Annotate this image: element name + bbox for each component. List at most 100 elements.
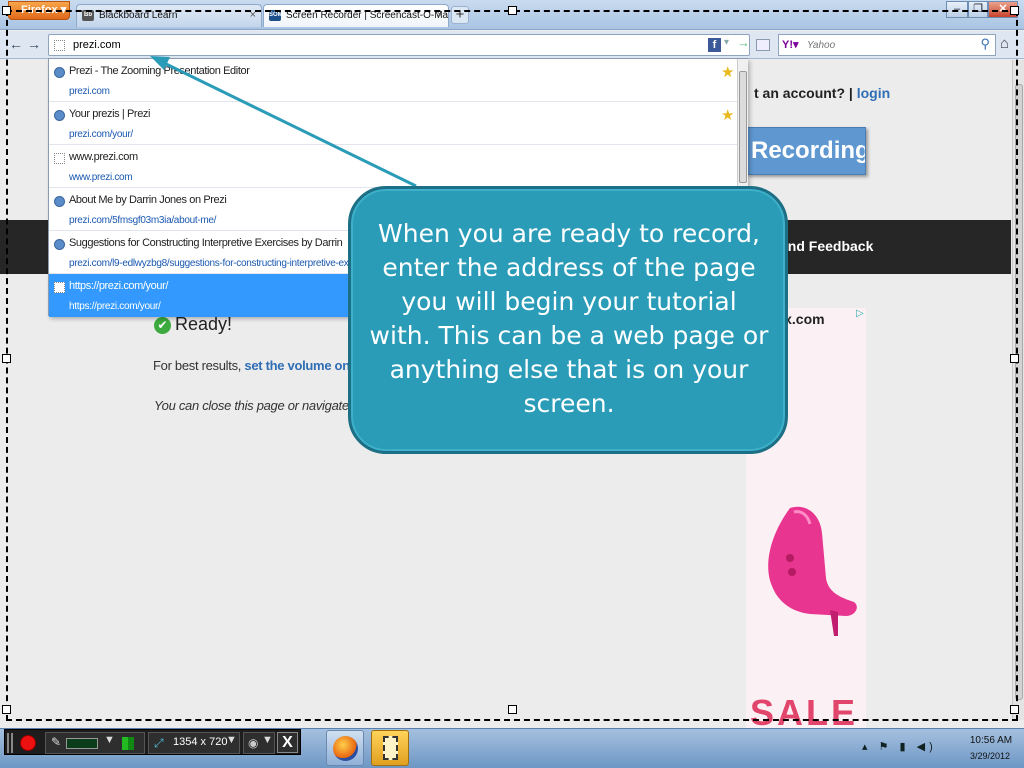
url-history-dropdown-icon[interactable]: ▾: [724, 37, 729, 48]
taskbar-firefox[interactable]: [326, 730, 364, 766]
suggestion-url: https://prezi.com/your/: [69, 301, 161, 312]
site-identity-icon[interactable]: [54, 40, 65, 51]
screencast-icon: [383, 736, 398, 760]
url-bar[interactable]: f ▾ →: [48, 34, 750, 56]
set-volume-link[interactable]: set the volume on: [244, 358, 350, 373]
tutorial-callout: When you are ready to record, enter the …: [348, 186, 788, 454]
url-input[interactable]: [73, 37, 673, 53]
globe-icon: [54, 196, 65, 207]
ready-status: ✔ Ready!: [154, 314, 232, 335]
ad-sale-text: SALE: [750, 692, 859, 728]
home-icon[interactable]: ⌂: [1000, 35, 1009, 52]
start-recording-button[interactable]: Recording: [746, 127, 866, 175]
resize-handle-right[interactable]: [1010, 354, 1019, 363]
suggestion-url: www.prezi.com: [69, 172, 133, 183]
minimize-button[interactable]: –: [946, 1, 968, 18]
blank-page-icon: [54, 282, 65, 293]
recorder-close-button[interactable]: X: [277, 732, 298, 753]
suggestion-item[interactable]: www.prezi.com www.prezi.com: [49, 145, 737, 188]
suggestion-title: https://prezi.com/your/: [69, 280, 169, 292]
audio-controls: ✎ ▼: [45, 732, 145, 754]
webcam-control[interactable]: ◉ ▼: [243, 732, 275, 754]
tab-blackboard-learn[interactable]: Bb Blackboard Learn ×: [76, 4, 262, 27]
go-arrow-icon[interactable]: →: [737, 35, 750, 50]
chevron-down-icon[interactable]: ▼: [226, 734, 237, 746]
maximize-button[interactable]: ❐: [968, 1, 988, 18]
resize-handle-bottom[interactable]: [508, 705, 517, 714]
suggestion-item[interactable]: Your prezis | Prezi prezi.com/your/ ★: [49, 102, 737, 145]
facebook-icon[interactable]: f: [708, 38, 721, 52]
resize-handle-left[interactable]: [2, 354, 11, 363]
new-tab-button[interactable]: +: [451, 6, 469, 24]
drag-grip-icon[interactable]: [7, 733, 13, 753]
page-scrollbar[interactable]: [1012, 60, 1024, 720]
close-page-note: You can close this page or navigate: [154, 398, 349, 413]
best-results-note: For best results, set the volume on: [153, 358, 350, 373]
clock-date[interactable]: 3/29/2012: [962, 751, 1018, 761]
resize-icon: ⤢: [154, 736, 164, 750]
webcam-icon: ◉: [248, 736, 259, 750]
tab-label: Screen Recorder | Screencast-O-Mati...: [286, 10, 449, 21]
search-magnifier-icon[interactable]: ⚲: [980, 36, 990, 52]
search-box[interactable]: Y!▾ ⚲: [778, 34, 996, 56]
resize-handle-top-right[interactable]: [1010, 6, 1019, 15]
resize-handle-top-left[interactable]: [2, 6, 11, 15]
bookmark-star-icon: ★: [721, 107, 735, 124]
ready-text: Ready!: [175, 314, 233, 334]
send-feedback-link[interactable]: end Feedback: [780, 238, 873, 254]
best-results-text: For best results,: [153, 358, 242, 373]
resize-handle-bottom-left[interactable]: [2, 705, 11, 714]
bookmark-star-icon: ★: [721, 64, 735, 81]
pen-icon[interactable]: ✎: [51, 735, 61, 749]
capture-size-control[interactable]: ⤢ 1354 x 720 ▼: [148, 732, 240, 754]
dropdown-scrollbar-thumb[interactable]: [739, 71, 747, 183]
forward-button[interactable]: →: [24, 35, 44, 55]
firefox-menu-button[interactable]: Firefox ▾: [8, 1, 70, 20]
globe-icon: [54, 110, 65, 121]
capture-size-label: 1354 x 720: [173, 736, 228, 748]
suggestion-url: prezi.com: [69, 86, 110, 97]
tab-screen-recorder[interactable]: SOM Screen Recorder | Screencast-O-Mati.…: [263, 4, 449, 27]
resize-handle-top[interactable]: [508, 6, 517, 15]
color-swatch[interactable]: [66, 738, 98, 749]
login-link[interactable]: login: [857, 85, 890, 101]
separator: |: [848, 85, 857, 101]
system-tray[interactable]: ▴ ⚑ ▮ ◀): [862, 740, 937, 753]
account-prompt-text: t an account?: [754, 85, 846, 101]
browser-title-bar: Firefox ▾ Bb Blackboard Learn × SOM Scre…: [0, 0, 1024, 30]
record-button[interactable]: [20, 735, 36, 751]
globe-icon: [54, 239, 65, 250]
firefox-icon: [333, 736, 358, 761]
screencast-favicon-icon: SOM: [269, 10, 283, 21]
search-input[interactable]: [807, 38, 967, 52]
suggestion-url: prezi.com/5fmsgf03m3ia/about-me/: [69, 215, 217, 226]
clock-time[interactable]: 10:56 AM: [966, 735, 1016, 746]
page-scrollbar-thumb[interactable]: [1015, 84, 1023, 700]
tab-label: Blackboard Learn: [99, 10, 178, 21]
yahoo-search-engine-icon[interactable]: Y!▾: [782, 38, 799, 51]
chevron-down-icon[interactable]: ▼: [104, 734, 115, 746]
audio-level-icon: [122, 737, 134, 750]
taskbar-screencast-o-matic[interactable]: [371, 730, 409, 766]
suggestion-title: Prezi - The Zooming Presentation Editor: [69, 65, 250, 77]
check-icon: ✔: [154, 317, 171, 334]
pink-shoe-image: [768, 506, 857, 636]
navigation-bar: ← → f ▾ → Y!▾ ⚲ ⌂: [0, 31, 1024, 59]
suggestion-item[interactable]: Prezi - The Zooming Presentation Editor …: [49, 59, 737, 102]
globe-icon: [54, 67, 65, 78]
blackboard-favicon-icon: Bb: [82, 10, 94, 21]
back-button[interactable]: ←: [6, 35, 26, 55]
ad-choices-icon[interactable]: ▷: [856, 308, 866, 322]
recorder-toolbar: ✎ ▼ ⤢ 1354 x 720 ▼ ◉ ▼ X: [4, 729, 301, 755]
suggestion-title: About Me by Darrin Jones on Prezi: [69, 194, 227, 206]
callout-text: When you are ready to record, enter the …: [369, 219, 769, 418]
suggestion-title: Suggestions for Constructing Interpretiv…: [69, 237, 343, 249]
blank-page-icon: [54, 153, 65, 164]
suggestion-title: www.prezi.com: [69, 151, 138, 163]
tab-close-icon[interactable]: ×: [250, 5, 256, 26]
resize-handle-bottom-right[interactable]: [1010, 705, 1019, 714]
account-prompt: t an account? | login: [754, 85, 890, 101]
mail-icon[interactable]: [756, 39, 770, 51]
chevron-down-icon[interactable]: ▼: [262, 734, 273, 746]
tab-close-icon[interactable]: ×: [437, 5, 443, 26]
